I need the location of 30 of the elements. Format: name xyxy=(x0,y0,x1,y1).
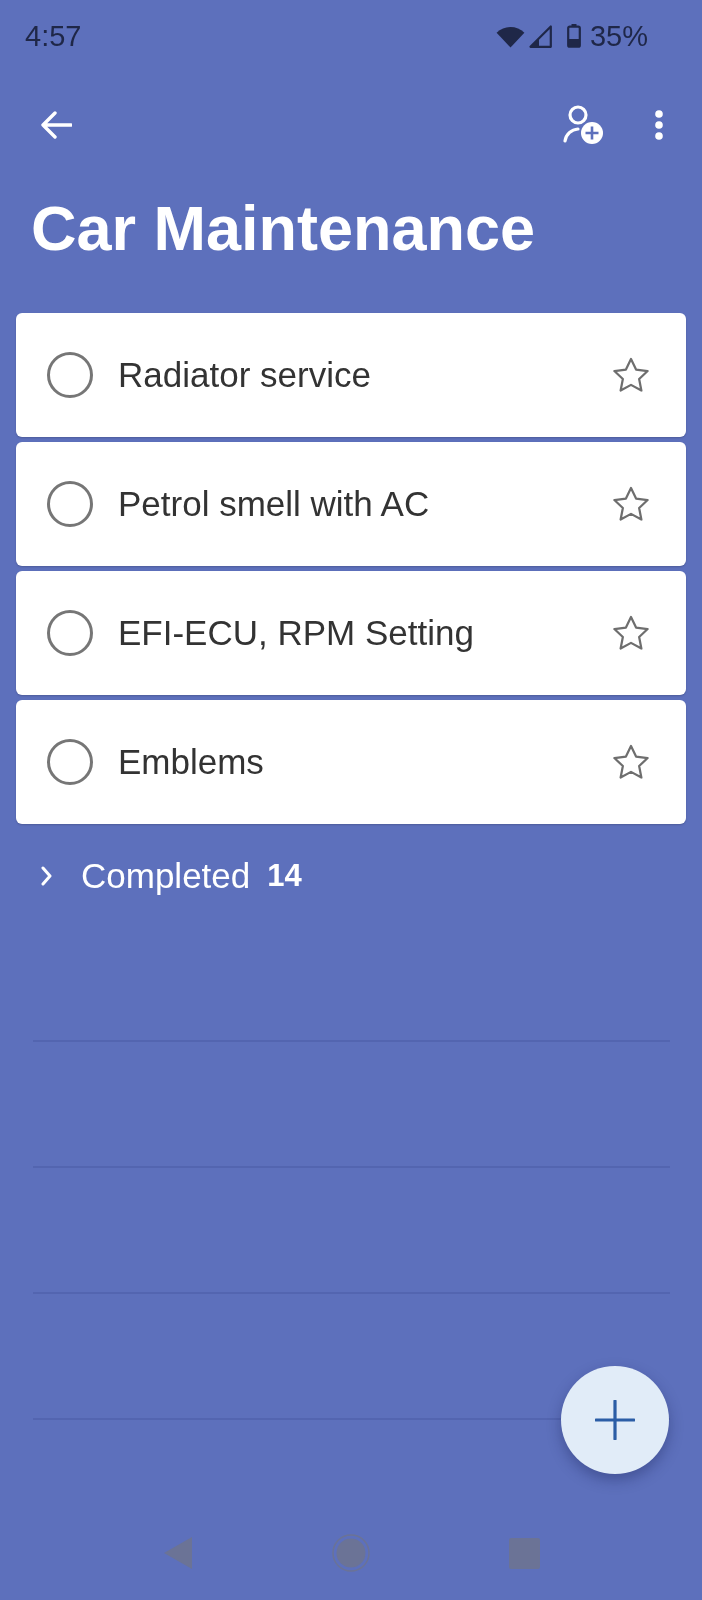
list-title: Car Maintenance xyxy=(30,192,537,265)
star-icon[interactable] xyxy=(613,486,649,522)
task-card[interactable]: Radiator service xyxy=(16,313,686,437)
star-icon[interactable] xyxy=(613,357,649,393)
chevron-icon[interactable] xyxy=(41,866,52,886)
task-card[interactable]: Emblems xyxy=(16,700,686,824)
task-title: EFI-ECU, RPM Setting xyxy=(118,612,475,654)
task-title: Radiator service xyxy=(118,354,372,396)
completed-count: 14 xyxy=(267,857,302,895)
star-icon[interactable] xyxy=(613,744,649,780)
back-arrow-icon[interactable] xyxy=(40,111,72,139)
task-card[interactable]: EFI-ECU, RPM Setting xyxy=(16,571,686,695)
add-task-button[interactable] xyxy=(561,1366,669,1474)
task-card[interactable]: Petrol smell with AC xyxy=(16,442,686,566)
battery-percent: 35% xyxy=(589,19,648,53)
plus-icon xyxy=(595,1400,635,1440)
battery-icon xyxy=(566,24,581,48)
checkbox-circle-icon[interactable] xyxy=(47,481,93,527)
status-time: 4:57 xyxy=(25,19,82,53)
checkbox-circle-icon[interactable] xyxy=(47,352,93,398)
completed-label[interactable]: Completed xyxy=(81,855,251,897)
checkbox-circle-icon[interactable] xyxy=(47,739,93,785)
task-title: Emblems xyxy=(118,741,265,783)
task-title: Petrol smell with AC xyxy=(118,483,431,525)
signal-icon xyxy=(528,24,552,48)
more-menu-icon[interactable] xyxy=(655,110,663,140)
star-icon[interactable] xyxy=(613,615,649,651)
wifi-icon xyxy=(495,24,525,48)
checkbox-circle-icon[interactable] xyxy=(47,610,93,656)
add-person-icon[interactable] xyxy=(562,105,604,145)
